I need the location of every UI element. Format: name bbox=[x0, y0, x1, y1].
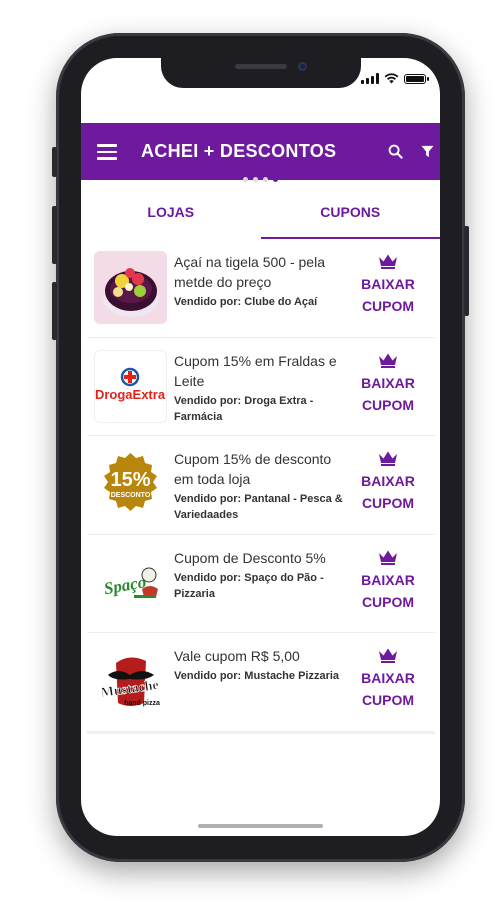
coupon-item[interactable]: Spaço Cupom de Desconto 5% Vendido por: … bbox=[87, 535, 435, 633]
coupon-item[interactable]: Açaí na tigela 500 - pela metde do preço… bbox=[87, 239, 435, 338]
download-coupon-button[interactable]: BAIXAR CUPOM bbox=[352, 352, 424, 416]
battery-icon bbox=[404, 73, 429, 84]
coupon-seller: Vendido por: Pantanal - Pesca & Variedaa… bbox=[174, 493, 343, 521]
volume-down-button bbox=[52, 282, 57, 340]
crown-icon bbox=[379, 254, 397, 269]
notch bbox=[161, 58, 361, 88]
mute-switch bbox=[52, 147, 57, 177]
volume-up-button bbox=[52, 206, 57, 264]
download-coupon-button[interactable]: BAIXAR CUPOM bbox=[352, 549, 424, 613]
search-icon[interactable] bbox=[388, 144, 403, 159]
wifi-icon bbox=[384, 73, 399, 84]
coupon-item[interactable]: DrogaExtra Cupom 15% em Fraldas e Leite … bbox=[87, 338, 435, 436]
download-coupon-label: BAIXAR CUPOM bbox=[361, 374, 415, 413]
svg-text:hand pizza: hand pizza bbox=[124, 700, 160, 707]
droga-extra-logo: DrogaExtra bbox=[94, 349, 167, 423]
home-indicator[interactable] bbox=[198, 824, 323, 828]
crown-icon bbox=[379, 550, 397, 565]
tab-bar: LOJAS CUPONS bbox=[81, 185, 440, 239]
download-coupon-label: BAIXAR CUPOM bbox=[361, 670, 415, 708]
app-bar: ACHEI + DESCONTOS bbox=[81, 123, 440, 180]
acai-bowl-image bbox=[94, 251, 167, 324]
spaco-logo: Spaço bbox=[94, 546, 167, 620]
coupon-item[interactable]: 15% DESCONTO Cupom 15% de desconto em to… bbox=[87, 436, 435, 535]
svg-text:15%: 15% bbox=[110, 469, 150, 491]
tab-lojas[interactable]: LOJAS bbox=[81, 185, 261, 239]
download-coupon-button[interactable]: BAIXAR CUPOM bbox=[352, 253, 424, 317]
download-coupon-label: BAIXAR CUPOM bbox=[361, 571, 415, 610]
discount-badge-image: 15% DESCONTO bbox=[94, 448, 167, 521]
svg-text:Spaço: Spaço bbox=[102, 572, 147, 598]
coupon-title: Cupom 15% em Fraldas e Leite bbox=[174, 352, 337, 389]
signal-icon bbox=[361, 73, 379, 84]
coupon-item[interactable]: Mustache hand pizza Vale cupom R$ 5,00 V… bbox=[87, 633, 435, 734]
coupon-seller: Vendido por: Mustache Pizzaria bbox=[174, 670, 340, 682]
coupon-seller: Vendido por: Clube do Açaí bbox=[174, 296, 318, 308]
status-bar bbox=[361, 73, 429, 84]
coupon-title: Cupom de Desconto 5% bbox=[174, 549, 326, 566]
menu-icon[interactable] bbox=[97, 144, 117, 160]
coupon-title: Cupom 15% de desconto em toda loja bbox=[174, 451, 332, 487]
app-title: ACHEI + DESCONTOS bbox=[141, 141, 337, 161]
mustache-logo: Mustache hand pizza bbox=[94, 645, 167, 718]
crown-icon bbox=[379, 353, 397, 368]
coupon-seller: Vendido por: Spaço do Pão - Pizzaria bbox=[174, 571, 324, 600]
power-button bbox=[464, 226, 469, 316]
download-coupon-label: BAIXAR CUPOM bbox=[361, 473, 415, 511]
download-coupon-button[interactable]: BAIXAR CUPOM bbox=[352, 647, 424, 711]
filter-icon[interactable] bbox=[421, 145, 434, 158]
coupon-seller: Vendido por: Droga Extra - Farmácia bbox=[174, 394, 314, 423]
svg-text:DrogaExtra: DrogaExtra bbox=[95, 387, 166, 402]
camera bbox=[298, 62, 307, 71]
speaker bbox=[235, 64, 287, 69]
tab-cupons[interactable]: CUPONS bbox=[260, 185, 441, 239]
crown-icon bbox=[379, 648, 397, 663]
coupon-title: Açaí na tigela 500 - pela metde do preço bbox=[174, 254, 325, 290]
download-coupon-label: BAIXAR CUPOM bbox=[361, 276, 415, 314]
download-coupon-button[interactable]: BAIXAR CUPOM bbox=[352, 450, 424, 514]
phone-screen: ACHEI + DESCONTOS LOJAS CUPONS Açaí na t… bbox=[81, 58, 440, 836]
crown-icon bbox=[379, 451, 397, 466]
coupon-list: Açaí na tigela 500 - pela metde do preço… bbox=[87, 239, 435, 734]
svg-text:DESCONTO: DESCONTO bbox=[111, 492, 151, 499]
coupon-title: Vale cupom R$ 5,00 bbox=[174, 648, 300, 664]
page-indicator bbox=[243, 177, 278, 182]
